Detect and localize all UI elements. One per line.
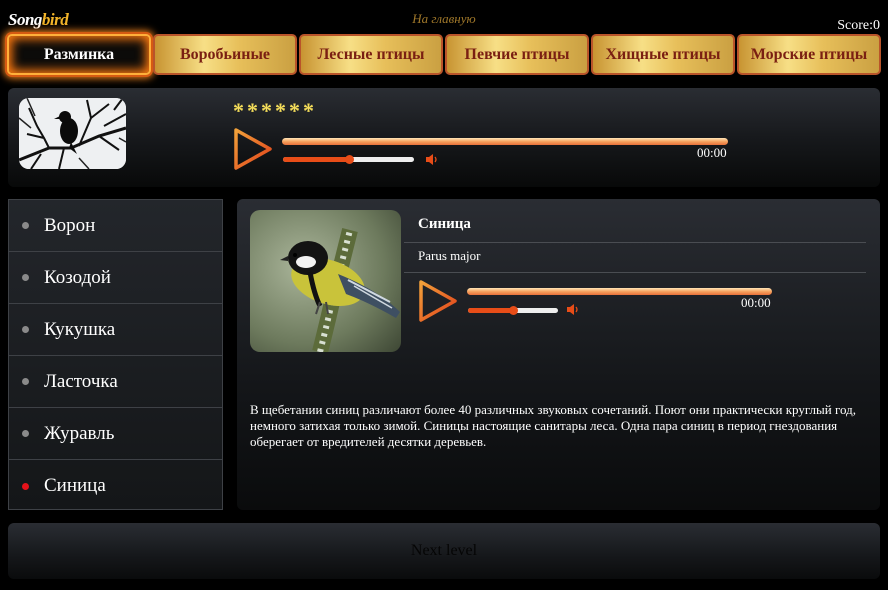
status-dot — [22, 222, 29, 229]
bird-option-label: Журавль — [44, 422, 115, 444]
volume-level — [468, 308, 513, 313]
speaker-icon[interactable] — [566, 303, 580, 316]
question-panel: ****** 00:00 — [8, 88, 880, 187]
bird-option-label: Синица — [44, 475, 106, 496]
list-item[interactable]: Козодой — [9, 252, 222, 304]
audio-time: 00:00 — [741, 295, 771, 310]
hidden-bird-name: ****** — [233, 98, 317, 123]
tab-forest-birds[interactable]: Лесные птицы — [299, 34, 443, 75]
status-dot — [22, 378, 29, 385]
volume-knob[interactable] — [345, 155, 354, 164]
audio-progress-bar[interactable] — [282, 138, 728, 145]
bird-option-label: Ворон — [44, 214, 96, 236]
bird-description: В щебетании синиц различают более 40 раз… — [250, 402, 856, 449]
list-item[interactable]: Ворон — [9, 200, 222, 252]
play-icon[interactable] — [233, 127, 273, 171]
score-display: Score:0 — [837, 18, 880, 33]
volume-slider[interactable] — [468, 306, 558, 315]
list-item[interactable]: Журавль — [9, 408, 222, 460]
status-dot — [22, 430, 29, 437]
audio-progress-bar[interactable] — [467, 288, 772, 295]
status-dot — [22, 482, 29, 490]
divider — [404, 272, 866, 273]
divider — [404, 242, 866, 243]
bird-option-label: Ласточка — [44, 370, 118, 392]
tab-warmup[interactable]: Разминка — [7, 34, 151, 75]
tab-songbirds[interactable]: Певчие птицы — [445, 34, 589, 75]
volume-slider[interactable] — [283, 155, 414, 164]
home-link[interactable]: На главную — [0, 11, 888, 27]
bird-option-label: Козодой — [44, 266, 111, 288]
bird-option-label: Кукушка — [44, 318, 116, 340]
next-level-button[interactable]: Next level — [8, 523, 880, 579]
list-item[interactable]: Кукушка — [9, 304, 222, 356]
status-dot — [22, 274, 29, 281]
speaker-icon[interactable] — [425, 153, 439, 166]
tab-birds-of-prey[interactable]: Хищные птицы — [591, 34, 735, 75]
tab-sea-birds[interactable]: Морские птицы — [737, 34, 881, 75]
bird-detail-panel: Синица Parus major 00:00 В щебетании син… — [237, 199, 880, 510]
hidden-bird-image — [19, 98, 126, 169]
list-item[interactable]: Синица — [9, 460, 222, 512]
category-tabs: Разминка Воробьиные Лесные птицы Певчие … — [7, 34, 881, 75]
play-icon[interactable] — [418, 279, 458, 323]
bird-latin-name: Parus major — [418, 248, 481, 263]
volume-knob[interactable] — [509, 306, 518, 315]
audio-time: 00:00 — [697, 145, 727, 160]
answer-list: Ворон Козодой Кукушка Ласточка Журавль С… — [8, 199, 223, 510]
tab-passerines[interactable]: Воробьиные — [153, 34, 297, 75]
bird-name: Синица — [418, 216, 471, 232]
volume-level — [283, 157, 349, 162]
list-item[interactable]: Ласточка — [9, 356, 222, 408]
status-dot — [22, 326, 29, 333]
bird-photo — [250, 210, 401, 352]
